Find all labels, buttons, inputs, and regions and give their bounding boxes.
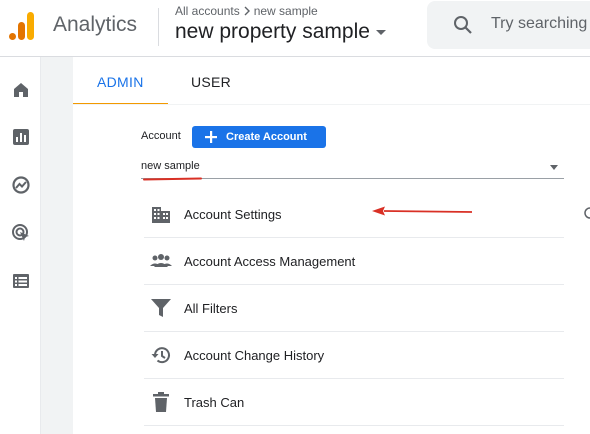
create-account-label: Create Account [226, 131, 307, 143]
tab-admin[interactable]: ADMIN [97, 74, 144, 90]
left-nav-rail [0, 57, 41, 434]
account-label: Account [141, 130, 181, 142]
filter-icon [151, 299, 171, 317]
account-selected-value[interactable]: new sample [141, 160, 200, 172]
caret-down-icon[interactable] [550, 165, 558, 170]
breadcrumb-current[interactable]: new sample [254, 4, 318, 18]
menu-item-label: Account Settings [184, 207, 282, 222]
people-icon [150, 254, 172, 267]
advertising-icon[interactable] [11, 223, 31, 243]
chevron-right-icon [244, 6, 250, 16]
search-input[interactable]: Try searching [491, 15, 587, 33]
create-account-button[interactable]: Create Account [192, 126, 326, 148]
annotation-arrow-icon [372, 206, 473, 216]
menu-item-trash-can[interactable]: Trash Can [144, 379, 564, 426]
building-icon [152, 207, 170, 223]
admin-tabs: ADMIN USER [73, 57, 590, 105]
trash-icon [153, 392, 169, 412]
history-icon [151, 347, 170, 364]
menu-item-label: Account Access Management [184, 254, 356, 269]
menu-item-label: Account Change History [184, 348, 325, 363]
menu-item-label: Trash Can [184, 395, 245, 410]
help-edge-icon[interactable] [584, 207, 590, 219]
app-title: Analytics [53, 13, 138, 36]
explore-icon[interactable] [11, 175, 31, 195]
top-bar: Analytics All accounts new sample new pr… [0, 0, 590, 57]
menu-item-label: All Filters [184, 301, 238, 316]
menu-item-account-change-history[interactable]: Account Change History [144, 332, 564, 379]
plus-icon [205, 131, 217, 143]
search-icon[interactable] [453, 15, 473, 35]
home-icon[interactable] [11, 80, 31, 100]
property-selector[interactable]: new property sample [175, 20, 386, 44]
menu-item-account-access-management[interactable]: Account Access Management [144, 238, 564, 285]
account-selector[interactable]: new sample [141, 157, 564, 179]
menu-item-account-settings[interactable]: Account Settings [144, 191, 564, 238]
reports-icon[interactable] [11, 127, 31, 147]
analytics-logo-icon[interactable] [9, 12, 35, 40]
breadcrumb[interactable]: All accounts new sample [175, 4, 318, 18]
tabs-divider [73, 104, 590, 105]
search-box[interactable]: Try searching [427, 1, 590, 49]
menu-item-all-filters[interactable]: All Filters [144, 285, 564, 332]
header-divider [158, 8, 159, 46]
breadcrumb-parent[interactable]: All accounts [175, 4, 240, 18]
tab-user[interactable]: USER [191, 74, 231, 90]
caret-down-icon[interactable] [375, 29, 386, 35]
configure-icon[interactable] [11, 271, 31, 291]
property-name[interactable]: new property sample [175, 20, 370, 44]
